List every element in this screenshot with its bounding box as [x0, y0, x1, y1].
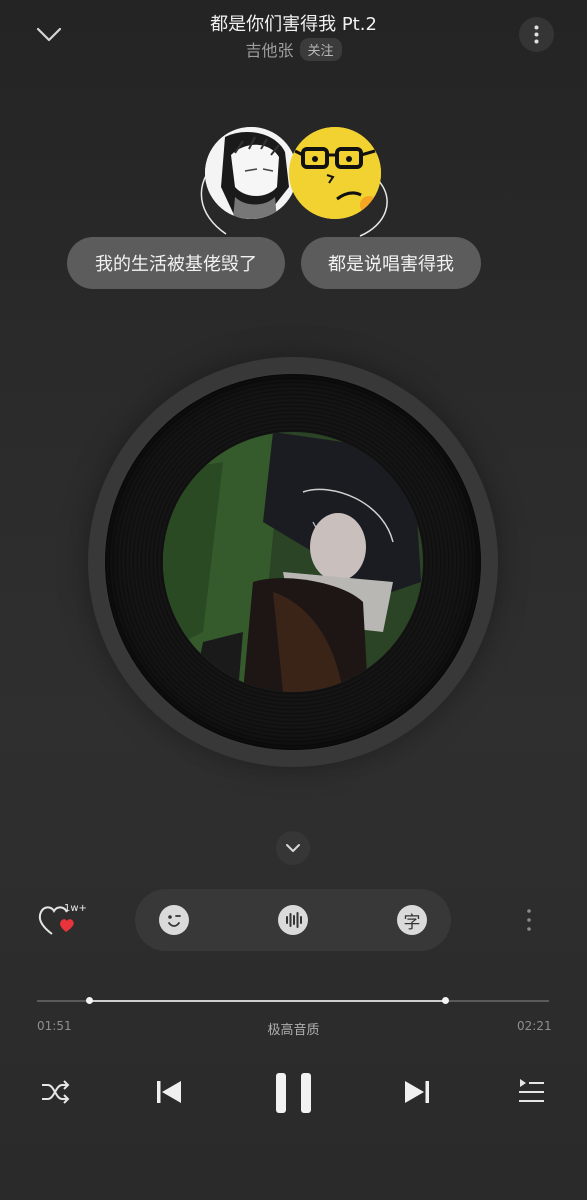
follow-button[interactable]: 关注 [299, 37, 342, 61]
previous-button[interactable] [152, 1072, 186, 1116]
lyrics-char-icon[interactable]: 字 [397, 905, 427, 935]
audio-quality[interactable]: 极高音质 [0, 1019, 587, 1038]
progress-buffered [89, 1000, 446, 1002]
shuffle-icon [42, 1080, 70, 1104]
anime-character-image [205, 127, 297, 219]
emoji-face-glyph [168, 915, 181, 927]
playlist-button[interactable] [514, 1072, 548, 1116]
song-title: 都是你们害得我 Pt.2 [210, 14, 377, 35]
more-vertical-icon [527, 909, 531, 931]
like-count-badge: 1w+ [64, 903, 87, 914]
album-cover-image [163, 432, 423, 692]
chevron-down-icon [286, 844, 300, 852]
sound-wave-glyph [286, 912, 302, 928]
expand-button[interactable] [276, 831, 310, 865]
more-actions-button[interactable] [521, 906, 537, 934]
progress-handle[interactable] [85, 997, 93, 1004]
sound-wave-icon[interactable] [278, 905, 308, 935]
avatar-anime-character[interactable] [205, 127, 297, 219]
buffer-marker [441, 997, 449, 1004]
comment-bubble-right[interactable]: 都是说唱害得我 [301, 237, 481, 289]
total-time: 02:21 [517, 1019, 552, 1033]
shuffle-button[interactable] [38, 1072, 72, 1116]
previous-icon [157, 1081, 181, 1103]
artist-row: 吉他张 关注 [0, 37, 587, 61]
emoji-glasses-image [289, 127, 381, 219]
emoji-icon[interactable] [159, 905, 189, 935]
avatar-emoji-glasses[interactable] [289, 127, 381, 219]
artist-name[interactable]: 吉他张 [245, 37, 293, 61]
action-bar: 字 [135, 889, 451, 951]
comment-bubble-left[interactable]: 我的生活被基佬毁了 [67, 237, 285, 289]
more-options-button[interactable] [519, 17, 554, 52]
next-button[interactable] [400, 1072, 434, 1116]
next-icon [405, 1081, 429, 1103]
more-vertical-icon [534, 25, 539, 44]
playlist-icon [519, 1079, 544, 1102]
album-cover [163, 432, 423, 692]
pause-button[interactable] [270, 1072, 316, 1118]
pause-icon [276, 1073, 311, 1113]
